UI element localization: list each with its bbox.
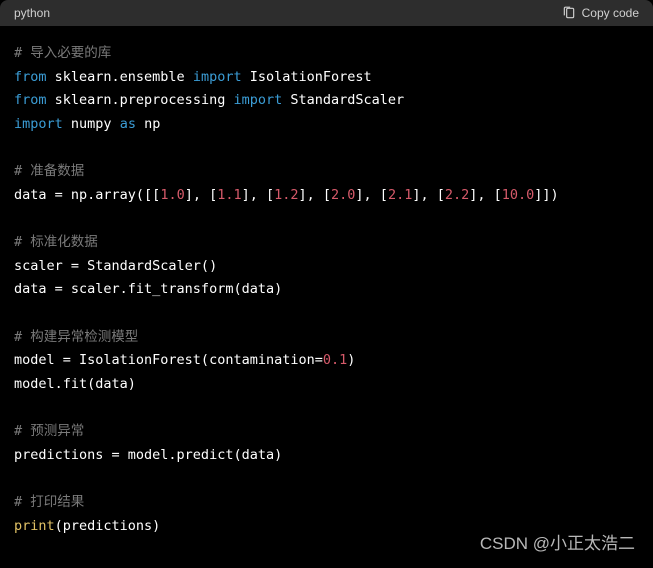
keyword: as: [120, 116, 136, 132]
code-text: model.fit(data): [14, 376, 136, 392]
code-text: data = np.array([[: [14, 187, 160, 203]
code-block: python Copy code # 导入必要的库 from sklearn.e…: [0, 0, 653, 568]
code-text: ]]): [534, 187, 558, 203]
code-text: sklearn.preprocessing: [47, 92, 234, 108]
code-text: predictions = model.predict(data): [14, 447, 282, 463]
number: 0.1: [323, 352, 347, 368]
comment: # 预测异常: [14, 423, 84, 439]
code-text: ], [: [299, 187, 332, 203]
code-text: ], [: [355, 187, 388, 203]
number: 2.0: [331, 187, 355, 203]
keyword: from: [14, 92, 47, 108]
comment: # 打印结果: [14, 494, 84, 510]
number: 10.0: [502, 187, 535, 203]
copy-code-button[interactable]: Copy code: [562, 6, 639, 20]
code-text: np: [136, 116, 160, 132]
number: 1.2: [274, 187, 298, 203]
code-text: ], [: [242, 187, 275, 203]
code-text: ], [: [185, 187, 218, 203]
code-header: python Copy code: [0, 0, 653, 26]
comment: # 导入必要的库: [14, 45, 111, 61]
code-text: ): [347, 352, 355, 368]
code-text: scaler = StandardScaler(): [14, 258, 217, 274]
number: 1.0: [160, 187, 184, 203]
keyword: import: [193, 69, 242, 85]
code-text: StandardScaler: [282, 92, 404, 108]
keyword: from: [14, 69, 47, 85]
code-text: ], [: [412, 187, 445, 203]
number: 2.2: [445, 187, 469, 203]
clipboard-icon: [562, 6, 576, 20]
comment: # 标准化数据: [14, 234, 98, 250]
code-text: data = scaler.fit_transform(data): [14, 281, 282, 297]
keyword: import: [233, 92, 282, 108]
comment: # 准备数据: [14, 163, 84, 179]
copy-label: Copy code: [582, 6, 639, 20]
number: 1.1: [217, 187, 241, 203]
language-label: python: [14, 6, 50, 20]
code-text: numpy: [63, 116, 120, 132]
code-text: (predictions): [55, 518, 161, 534]
code-text: ], [: [469, 187, 502, 203]
keyword: import: [14, 116, 63, 132]
code-content[interactable]: # 导入必要的库 from sklearn.ensemble import Is…: [0, 26, 653, 554]
code-text: sklearn.ensemble: [47, 69, 193, 85]
number: 2.1: [388, 187, 412, 203]
comment: # 构建异常检测模型: [14, 329, 138, 345]
code-text: IsolationForest: [242, 69, 372, 85]
code-text: model = IsolationForest(contamination=: [14, 352, 323, 368]
function: print: [14, 518, 55, 534]
